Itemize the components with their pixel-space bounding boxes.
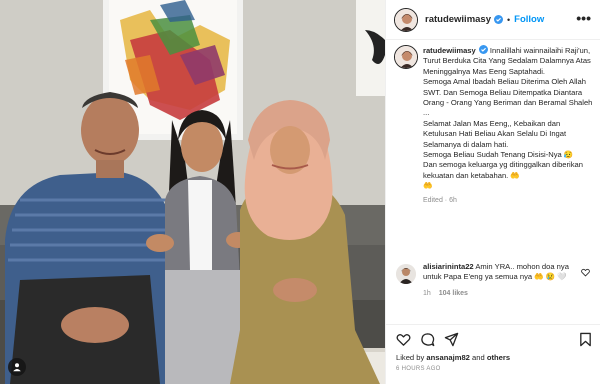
caption-username[interactable]: ratudewiimasy xyxy=(423,46,476,55)
comment-item: alisiarininta22 Amin YRA.. mohon doa nya… xyxy=(394,262,594,299)
separator-dot: • xyxy=(507,14,511,25)
save-bookmark-icon[interactable] xyxy=(578,332,593,347)
tagged-users-icon[interactable] xyxy=(8,358,26,376)
verified-badge-icon xyxy=(494,15,503,24)
verified-badge-icon xyxy=(478,45,488,54)
post-timestamp: 6 HOURS AGO xyxy=(396,366,441,372)
liked-by-summary: Liked by ansanajm82 and others xyxy=(396,353,510,362)
post-actions-section: Liked by ansanajm82 and others 6 HOURS A… xyxy=(386,324,600,384)
commenter-username[interactable]: alisiarininta22 xyxy=(423,262,474,271)
comment-bubble-icon[interactable] xyxy=(420,332,435,347)
caption-paragraph: 🤲 xyxy=(423,181,433,191)
author-avatar[interactable] xyxy=(394,7,418,32)
caption-author-avatar[interactable] xyxy=(394,45,418,69)
author-username[interactable]: ratudewiimasy xyxy=(425,14,491,25)
commenter-avatar[interactable] xyxy=(396,264,416,284)
follow-button[interactable]: Follow xyxy=(514,14,544,25)
caption-line: ratudewiimasy Innalillahi wainnailaihi R… xyxy=(423,45,594,77)
post-photo[interactable] xyxy=(0,0,385,384)
caption-paragraph: Selamat Jalan Mas Eeng,, Kebaikan dan Ke… xyxy=(423,118,567,149)
comment-meta: 1h 104 likes xyxy=(423,289,573,299)
liked-by-prefix: Liked by xyxy=(396,353,425,362)
post-image xyxy=(0,0,385,384)
caption-paragraph: Semoga Beliau Sudah Tenang Disisi-Nya 😥 xyxy=(423,150,574,160)
liked-by-user[interactable]: ansanajm82 xyxy=(426,353,469,362)
like-heart-icon[interactable] xyxy=(396,332,411,347)
liked-by-and: and xyxy=(472,353,485,362)
post-details-panel: ratudewiimasy • Follow ••• ratudewiimasy… xyxy=(385,0,600,384)
post-header: ratudewiimasy • Follow ••• xyxy=(386,0,600,40)
post-actions xyxy=(396,332,459,347)
caption-paragraph: Dan semoga keluarga yg ditinggalkan dibe… xyxy=(423,160,583,180)
share-send-icon[interactable] xyxy=(444,332,459,347)
liked-by-others[interactable]: others xyxy=(487,353,510,362)
more-options-icon[interactable]: ••• xyxy=(576,11,591,25)
comment-text: alisiarininta22 Amin YRA.. mohon doa nya… xyxy=(423,262,573,299)
comment-likes[interactable]: 104 likes xyxy=(439,290,468,297)
comment-time: 1h xyxy=(423,289,431,297)
caption-text: ratudewiimasy Innalillahi wainnailaihi R… xyxy=(423,45,594,206)
caption-paragraph: Semoga Amal Ibadah Beliau Diterima Oleh … xyxy=(423,77,593,118)
edited-timestamp: Edited · 6h xyxy=(423,196,457,204)
post-caption: ratudewiimasy Innalillahi wainnailaihi R… xyxy=(394,45,594,206)
like-comment-heart-icon[interactable] xyxy=(581,268,590,277)
